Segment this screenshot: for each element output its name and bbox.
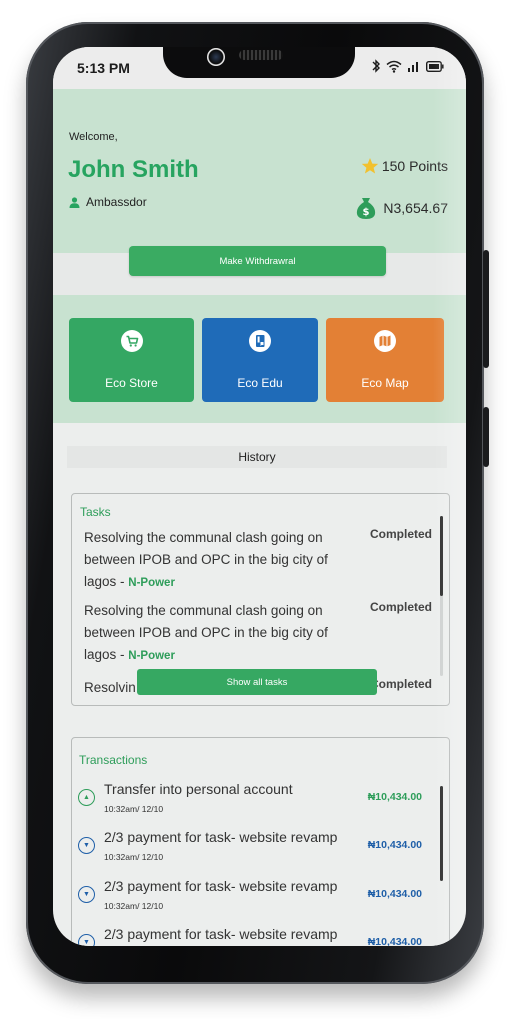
status-icons — [371, 59, 444, 73]
transaction-row[interactable]: ▼ 2/3 payment for task- website revamp 1… — [78, 878, 440, 924]
map-icon — [374, 330, 396, 352]
task-text: Resolving the communal clash going on be… — [84, 527, 354, 594]
history-header: History — [67, 446, 447, 468]
arrow-up-icon: ▲ — [78, 789, 95, 806]
arrow-down-icon: ▼ — [78, 934, 95, 946]
task-status: Completed — [369, 527, 432, 541]
svg-text:$: $ — [363, 207, 370, 218]
volume-button — [483, 250, 489, 368]
battery-icon — [426, 60, 444, 72]
role-label: Ambassdor — [86, 195, 147, 209]
task-text: Resolving the communal clash going on be… — [84, 600, 354, 667]
transaction-title: 2/3 payment for task- website revamp — [104, 878, 338, 894]
eco-store-tile[interactable]: Eco Store — [69, 318, 194, 402]
transactions-title: Transactions — [79, 753, 148, 767]
power-button — [483, 407, 489, 467]
transactions-scroll-thumb[interactable] — [440, 786, 443, 881]
star-icon — [361, 158, 379, 174]
points-display: 150 Points — [361, 157, 448, 175]
tile-label: Eco Map — [361, 376, 409, 390]
phone-screen: 5:13 PM Welcome, John Smith Ambassdor 15… — [53, 47, 466, 946]
wallet-balance: $ N3,654.67 — [355, 196, 448, 220]
task-item[interactable]: Resolving the communal clash going on be… — [84, 527, 444, 593]
transaction-title: 2/3 payment for task- website revamp — [104, 926, 338, 942]
earpiece-speaker — [239, 50, 283, 60]
front-camera-icon — [207, 48, 225, 66]
task-tag: N-Power — [128, 650, 175, 662]
cart-icon — [120, 330, 143, 352]
transaction-time: 10:32am/ 12/10 — [104, 901, 164, 911]
book-icon — [249, 330, 271, 352]
transaction-time: 10:32am/ 12/10 — [104, 852, 164, 862]
transaction-time: 10:32am/ 12/10 — [104, 804, 164, 814]
tile-label: Eco Edu — [237, 376, 283, 390]
transaction-row[interactable]: ▼ 2/3 payment for task- website revamp ₦… — [78, 926, 440, 946]
transaction-amount: ₦10,434.00 — [367, 791, 422, 803]
make-withdrawal-button[interactable]: Make Withdrawral — [129, 246, 386, 276]
status-bar: 5:13 PM — [53, 47, 466, 89]
tasks-scrollbar[interactable] — [440, 516, 443, 676]
task-tag: N-Power — [128, 577, 175, 589]
eco-edu-tile[interactable]: Eco Edu — [202, 318, 318, 402]
camera-notch — [163, 47, 355, 78]
task-description: Resolving the communal clash going on be… — [84, 603, 328, 662]
transaction-title: 2/3 payment for task- website revamp — [104, 829, 338, 845]
tasks-scroll-thumb[interactable] — [440, 516, 443, 596]
user-role: Ambassdor — [69, 195, 147, 209]
person-icon — [69, 196, 80, 208]
points-label: 150 Points — [381, 158, 448, 174]
task-status: Completed — [369, 677, 432, 691]
task-description: Resolvin — [84, 680, 136, 695]
transaction-row[interactable]: ▼ 2/3 payment for task- website revamp 1… — [78, 829, 440, 875]
tasks-title: Tasks — [80, 505, 111, 519]
transaction-amount: ₦10,434.00 — [367, 839, 422, 851]
wifi-icon — [386, 60, 402, 73]
balance-label: N3,654.67 — [383, 200, 448, 216]
welcome-text: Welcome, — [69, 131, 118, 143]
task-description: Resolving the communal clash going on be… — [84, 530, 328, 589]
transactions-scrollbar[interactable] — [440, 786, 443, 881]
bluetooth-icon — [372, 59, 380, 73]
signal-icon — [408, 62, 418, 72]
transactions-card[interactable]: Transactions ▲ Transfer into personal ac… — [71, 737, 450, 946]
eco-map-tile[interactable]: Eco Map — [326, 318, 444, 402]
tile-label: Eco Store — [105, 376, 158, 390]
status-time: 5:13 PM — [77, 60, 130, 76]
money-bag-icon: $ — [357, 198, 376, 219]
arrow-down-icon: ▼ — [78, 886, 95, 903]
show-all-tasks-button[interactable]: Show all tasks — [137, 669, 377, 695]
transaction-row[interactable]: ▲ Transfer into personal account 10:32am… — [78, 781, 440, 827]
transaction-title: Transfer into personal account — [104, 781, 293, 797]
transaction-amount: ₦10,434.00 — [367, 936, 422, 946]
arrow-down-icon: ▼ — [78, 837, 95, 854]
transaction-amount: ₦10,434.00 — [367, 888, 422, 900]
user-name: John Smith — [68, 156, 199, 183]
task-item[interactable]: Resolving the communal clash going on be… — [84, 600, 444, 666]
task-status: Completed — [369, 600, 432, 614]
